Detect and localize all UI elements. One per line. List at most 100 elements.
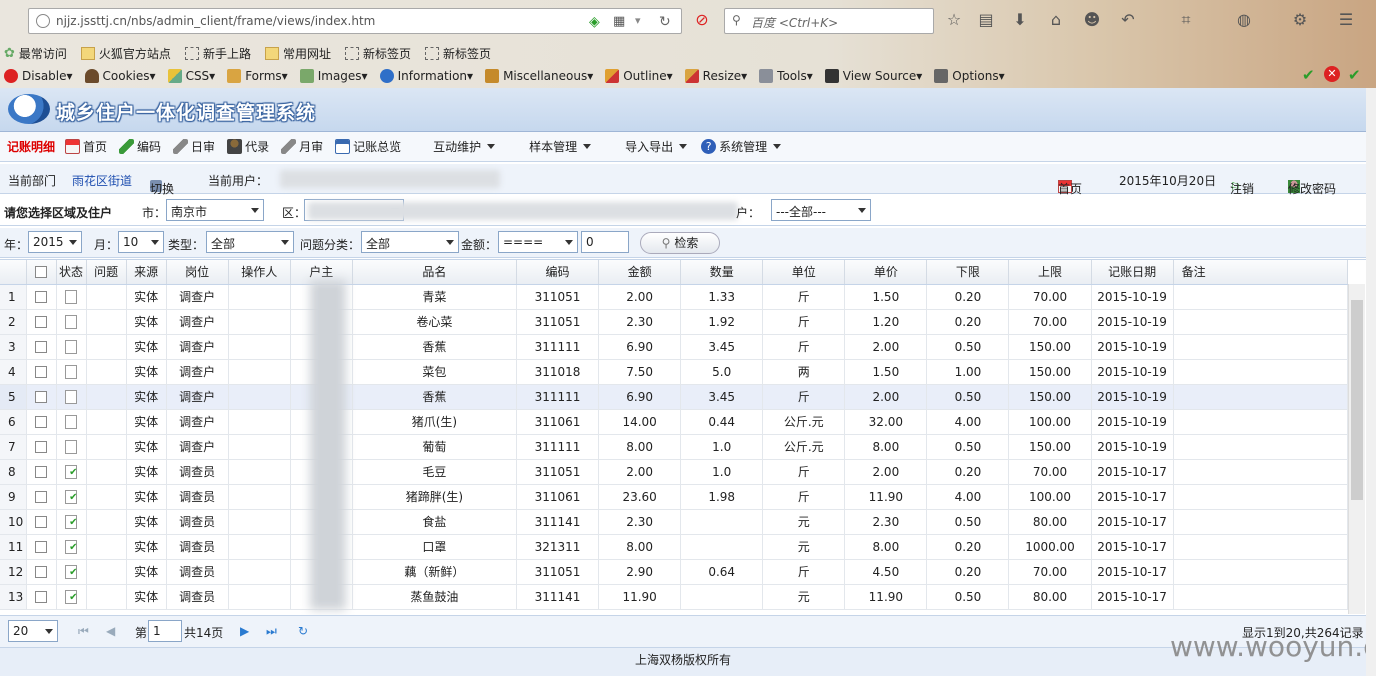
amount-input[interactable]: 0 [581, 231, 629, 253]
table-row[interactable]: 6 实体 调查户 猪爪(生) 311061 14.00 0.44 公斤.元 32.00 4.00 1… [0, 409, 1349, 435]
home-icon[interactable]: ⌂ [1046, 10, 1066, 30]
row-checkbox[interactable] [35, 491, 48, 503]
row-checkbox[interactable] [35, 566, 48, 578]
row-checkbox[interactable] [35, 366, 48, 378]
row-checkbox[interactable] [35, 341, 48, 353]
wd-images[interactable]: Images▾ [296, 69, 368, 83]
amount-operator-select[interactable]: ==== [498, 231, 578, 253]
select-all-checkbox[interactable] [35, 266, 48, 279]
row-checkbox[interactable] [35, 291, 48, 303]
issue-select[interactable]: 全部 [361, 231, 459, 253]
row-select[interactable] [26, 309, 57, 335]
col-source[interactable]: 来源 [126, 260, 167, 285]
row-select[interactable] [26, 434, 57, 460]
chat-icon[interactable]: ☻ [1082, 10, 1102, 30]
globe-tool-icon[interactable]: ◍ [1234, 10, 1254, 30]
menu-current-ledger-detail[interactable]: 记账明细 [7, 138, 55, 155]
menu-system-management[interactable]: ? 系统管理 [701, 138, 782, 155]
col-remark[interactable]: 备注 [1173, 260, 1349, 285]
table-row[interactable]: 10实体调查员食盐3111412.30元2.300.5080.002015-10… [0, 509, 1349, 535]
bookmark-most-visited[interactable]: ✿ 最常访问 [0, 45, 67, 62]
table-row[interactable]: 11实体调查员口罩3213118.00元8.000.201000.002015-… [0, 534, 1349, 560]
menu-daily-review[interactable]: 日审 [173, 138, 215, 155]
col-operator[interactable]: 操作人 [228, 260, 291, 285]
dept-value[interactable]: 雨花区街道 [72, 172, 132, 189]
row-checkbox[interactable] [35, 391, 48, 403]
next-page-icon[interactable]: ▶ [240, 624, 249, 638]
household-select[interactable]: ---全部--- [771, 199, 871, 221]
month-select[interactable]: 10 [118, 231, 164, 253]
prev-page-icon[interactable]: ◀ [106, 624, 115, 638]
row-select[interactable] [26, 459, 57, 485]
row-select[interactable] [26, 584, 57, 610]
bookmark-firefox-site[interactable]: 火狐官方站点 [77, 45, 171, 62]
col-post[interactable]: 岗位 [166, 260, 229, 285]
col-code[interactable]: 编码 [516, 260, 600, 285]
menu-sample-management[interactable]: 样本管理 [529, 138, 592, 155]
table-row[interactable]: 12 实体调查员 藕（新鲜）3110512.900.64斤4.500.2070.00… [0, 559, 1349, 585]
bookmark-getting-started[interactable]: 新手上路 [181, 45, 251, 62]
row-checkbox[interactable] [35, 441, 48, 453]
col-item-name[interactable]: 品名 [352, 260, 518, 285]
qrcode-icon[interactable]: ▦ [613, 14, 629, 30]
wd-view-source[interactable]: View Source▾ [821, 69, 922, 83]
col-entry-date[interactable]: 记账日期 [1091, 260, 1174, 285]
row-select[interactable] [26, 334, 57, 360]
bookmark-new-tab-1[interactable]: 新标签页 [341, 45, 411, 62]
table-row[interactable]: 2 实体 调查户 卷心菜 311051 2.30 1.92 斤 1.20 0.20 70.00 201… [0, 309, 1349, 335]
row-select[interactable] [26, 484, 57, 510]
type-select[interactable]: 全部 [206, 231, 294, 253]
menu-proxy-entry[interactable]: 代录 [227, 138, 269, 155]
table-row[interactable]: 3 实体 调查户 香蕉 311111 6.90 3.45 斤 2.00 0.50 150.00 201… [0, 334, 1349, 360]
col-quantity[interactable]: 数量 [680, 260, 764, 285]
row-select[interactable] [26, 409, 57, 435]
row-checkbox[interactable] [35, 466, 48, 478]
wd-resize[interactable]: Resize▾ [681, 69, 747, 83]
wd-disable[interactable]: Disable▾ [0, 69, 73, 83]
wd-outline[interactable]: Outline▾ [601, 69, 673, 83]
col-unit[interactable]: 单位 [762, 260, 846, 285]
search-button[interactable]: ⚲ 检索 [640, 232, 720, 254]
menu-import-export[interactable]: 导入导出 [625, 138, 688, 155]
col-select-all[interactable] [26, 260, 57, 285]
year-select[interactable]: 2015 [28, 231, 82, 253]
bookmark-new-tab-2[interactable]: 新标签页 [421, 45, 491, 62]
col-status[interactable]: 状态 [56, 260, 87, 285]
wd-css[interactable]: CSS▾ [164, 69, 215, 83]
addon-icon[interactable]: ⚙ [1290, 10, 1310, 30]
menu-interaction-maintenance[interactable]: 互动维护 [433, 138, 496, 155]
table-row[interactable]: 1 实体 调查户 青菜 311051 2.00 1.33 斤 1.50 0.20 70.00 2015… [0, 284, 1349, 310]
undo-icon[interactable]: ↶ [1118, 10, 1138, 30]
menu-ledger-overview[interactable]: 记账总览 [335, 138, 401, 155]
wd-miscellaneous[interactable]: Miscellaneous▾ [481, 69, 593, 83]
row-checkbox[interactable] [35, 591, 48, 603]
col-unit-price[interactable]: 单价 [844, 260, 928, 285]
table-row[interactable]: 8实体调查员毛豆3110512.001.0斤2.000.2070.002015-… [0, 459, 1349, 485]
scroll-thumb[interactable] [1351, 300, 1363, 500]
reload-icon[interactable]: ↻ [659, 14, 675, 30]
row-select[interactable] [26, 384, 57, 410]
star-icon[interactable]: ☆ [944, 10, 964, 30]
col-upper-limit[interactable]: 上限 [1008, 260, 1092, 285]
table-row[interactable]: 7 实体 调查户 葡萄 311111 8.00 1.0 公斤.元 8.00 0.50 150.00 2… [0, 434, 1349, 460]
row-select[interactable] [26, 559, 57, 585]
page-size-select[interactable]: 20 [8, 620, 58, 642]
wd-options[interactable]: Options▾ [930, 69, 1005, 83]
col-issue[interactable]: 问题 [86, 260, 127, 285]
row-checkbox[interactable] [35, 416, 48, 428]
menu-monthly-review[interactable]: 月审 [281, 138, 323, 155]
table-row[interactable]: 13实体调查员蒸鱼鼓油31114111.90元11.900.5080.00201… [0, 584, 1349, 610]
col-amount[interactable]: 金额 [598, 260, 682, 285]
search-bar[interactable]: ⚲ 百度 <Ctrl+K> [724, 8, 934, 34]
page-number-input[interactable]: 1 [148, 620, 182, 642]
row-select[interactable] [26, 359, 57, 385]
block-icon[interactable]: ⊘ [692, 10, 712, 30]
row-select[interactable] [26, 284, 57, 310]
menu-home[interactable]: 首页 [65, 138, 107, 155]
reading-list-icon[interactable]: ▤ [976, 10, 996, 30]
last-page-icon[interactable]: ⏭ [266, 624, 277, 639]
table-row[interactable]: 5 实体 调查户 香蕉 311111 6.90 3.45 斤 2.00 0.50 150.00 201… [0, 384, 1349, 410]
row-select[interactable] [26, 534, 57, 560]
row-checkbox[interactable] [35, 516, 48, 528]
wd-information[interactable]: Information▾ [376, 69, 473, 83]
